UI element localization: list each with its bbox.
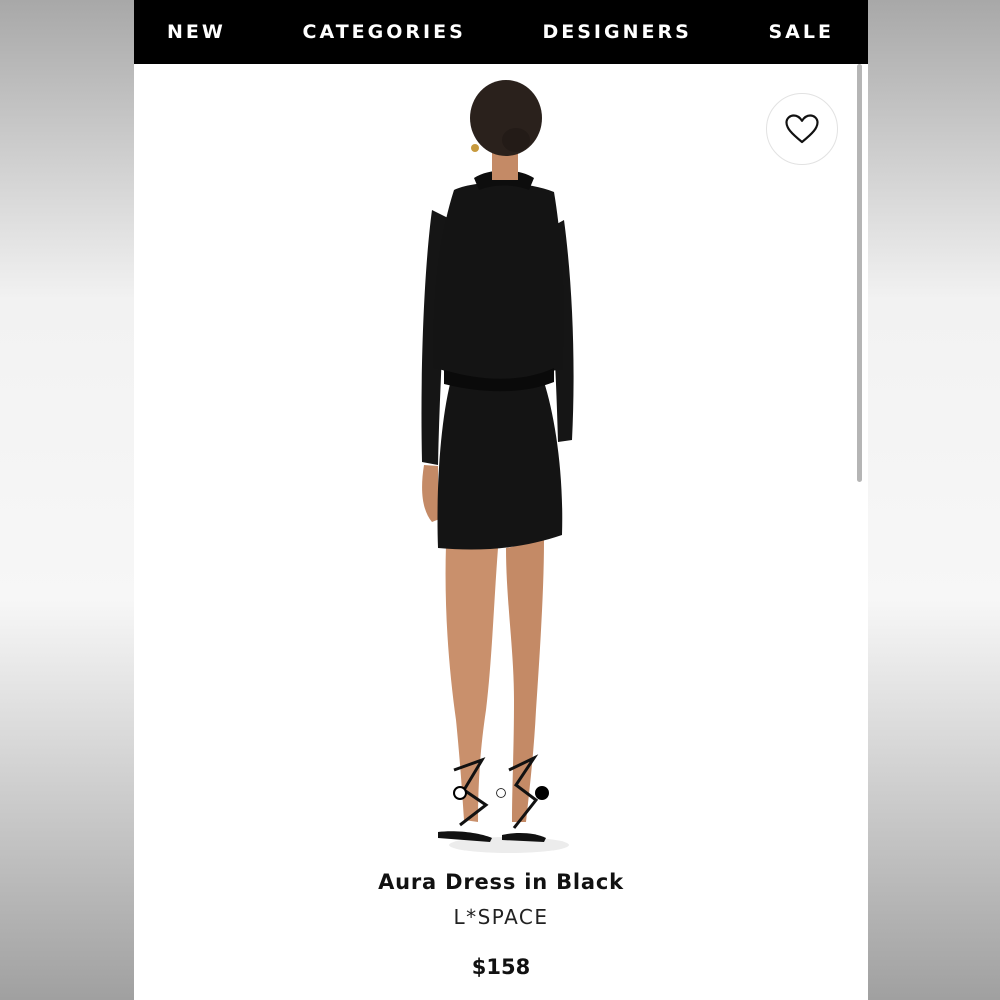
left-backdrop <box>0 0 134 1000</box>
nav-item-new[interactable]: NEW <box>167 21 226 43</box>
nav-item-categories[interactable]: CATEGORIES <box>303 21 466 43</box>
image-pagination <box>134 786 868 802</box>
heart-icon <box>785 114 819 144</box>
image-dot-3[interactable] <box>535 786 549 800</box>
phone-screen: NEW CATEGORIES DESIGNERS SALE Aura Dress… <box>134 0 868 1000</box>
scrollbar[interactable] <box>857 64 862 482</box>
wishlist-button[interactable] <box>766 93 838 165</box>
top-navigation: NEW CATEGORIES DESIGNERS SALE <box>134 0 868 64</box>
product-image[interactable] <box>394 70 614 860</box>
right-backdrop <box>868 0 1000 1000</box>
nav-item-designers[interactable]: DESIGNERS <box>542 21 691 43</box>
nav-item-sale[interactable]: SALE <box>768 21 833 43</box>
image-dot-1[interactable] <box>453 786 467 800</box>
product-title: Aura Dress in Black <box>378 870 624 894</box>
product-brand[interactable]: L*SPACE <box>134 905 868 929</box>
product-price: $158 <box>471 955 531 979</box>
image-dot-2[interactable] <box>494 786 508 800</box>
